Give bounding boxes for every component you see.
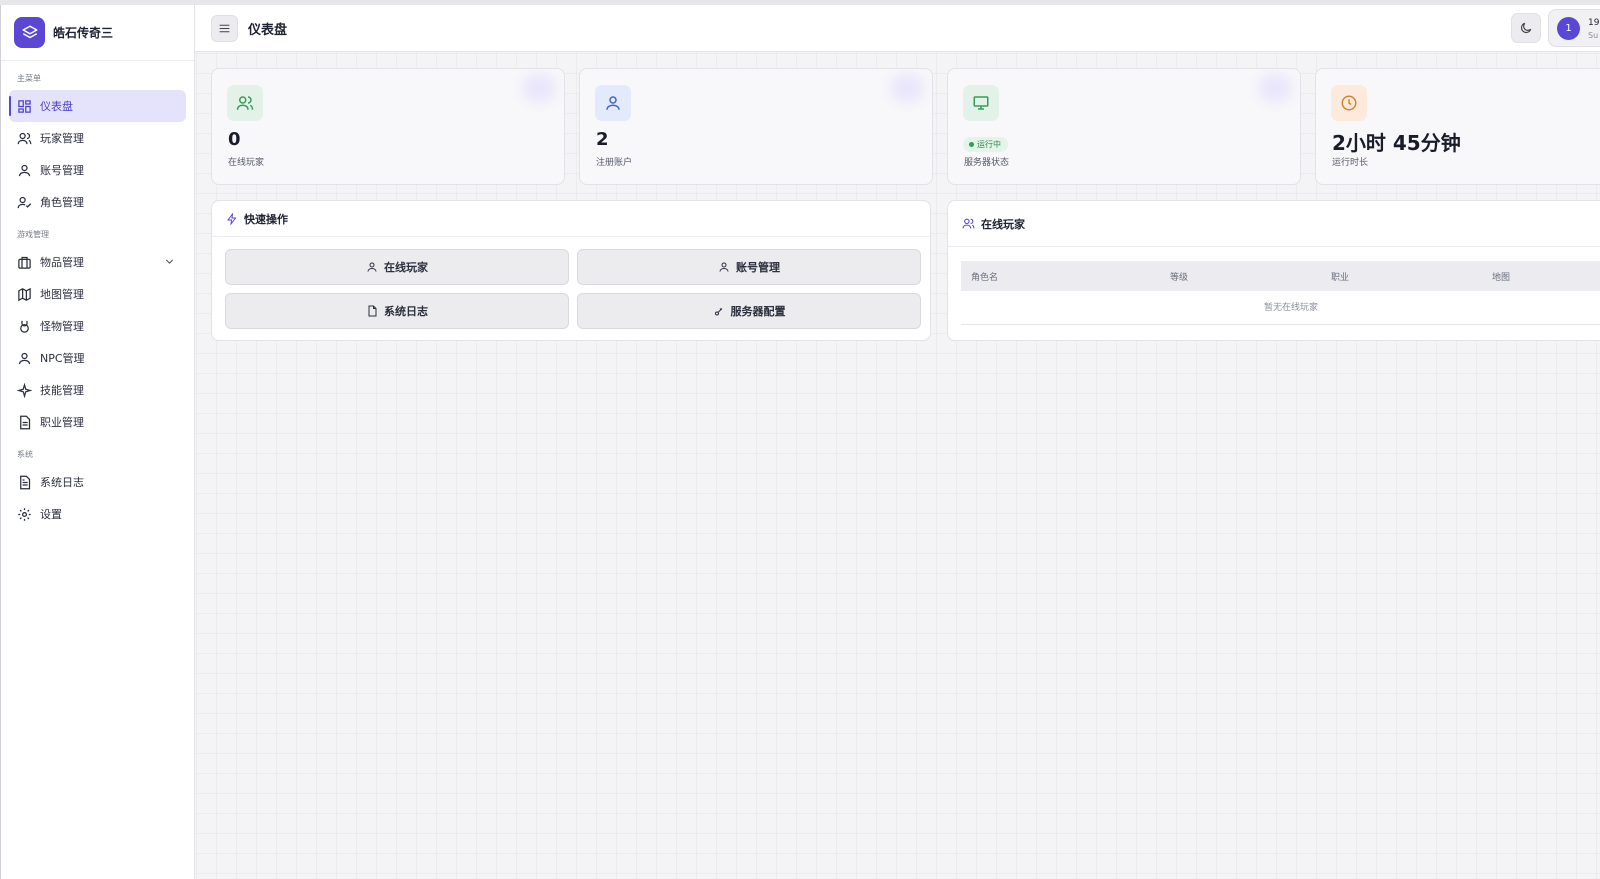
app-name: 皓石传奇三 — [53, 26, 114, 40]
sidebar-item-label: 仪表盘 — [40, 100, 73, 113]
user-id: 19 — [1588, 18, 1600, 28]
dashboard-grid-icon — [18, 99, 31, 113]
button-label: 在线玩家 — [384, 261, 428, 274]
user-menu[interactable]: 1 19 Su — [1548, 9, 1600, 47]
sidebar-item-label: 地图管理 — [40, 288, 84, 301]
sidebar-item-label: 技能管理 — [40, 384, 84, 397]
button-label: 系统日志 — [384, 305, 428, 318]
stat-label: 注册账户 — [596, 158, 633, 168]
stat-value: 2小时 45分钟 — [1332, 131, 1461, 155]
stat-card-online-players: 0 在线玩家 — [211, 68, 565, 185]
stat-label: 服务器状态 — [964, 158, 1010, 168]
table-header: 角色名 等级 职业 地图 — [961, 261, 1600, 291]
column-header-level[interactable]: 等级 — [1170, 270, 1188, 283]
sidebar-item-npc[interactable]: NPC管理 — [9, 342, 186, 374]
user-icon — [719, 262, 729, 272]
button-label: 服务器配置 — [730, 305, 786, 318]
clock-icon — [1331, 85, 1367, 121]
avatar: 1 — [1557, 17, 1580, 40]
monitor-icon — [963, 85, 999, 121]
lightning-icon — [227, 212, 237, 225]
quick-accounts-button[interactable]: 账号管理 — [577, 249, 921, 285]
column-header-map[interactable]: 地图 — [1492, 270, 1510, 283]
column-header-class[interactable]: 职业 — [1331, 270, 1349, 283]
user-role: Su — [1588, 31, 1599, 40]
stat-value: 2 — [596, 129, 609, 150]
sidebar-item-settings[interactable]: 设置 — [9, 498, 186, 530]
user-check-icon — [17, 196, 32, 208]
sidebar: 皓石传奇三 主菜单 仪表盘 玩家管理 账号管理 角色管理 游戏管理 物品管理 地… — [0, 5, 195, 879]
panel-header: 快速操作 — [212, 201, 930, 237]
sidebar-item-label: 设置 — [40, 508, 62, 521]
sidebar-item-maps[interactable]: 地图管理 — [9, 278, 186, 310]
status-badge: 运行中 — [963, 137, 1008, 152]
sidebar-item-accounts[interactable]: 账号管理 — [9, 154, 186, 186]
column-header-name[interactable]: 角色名 — [971, 270, 998, 283]
sidebar-item-characters[interactable]: 角色管理 — [9, 186, 186, 218]
stat-label: 在线玩家 — [228, 158, 265, 168]
file-icon — [368, 305, 377, 317]
section-system: 系统 — [17, 450, 33, 459]
users-icon — [227, 85, 263, 121]
quick-online-players-button[interactable]: 在线玩家 — [225, 249, 569, 285]
sidebar-item-label: 角色管理 — [40, 196, 84, 209]
moon-icon — [1521, 22, 1532, 33]
user-icon — [18, 164, 31, 176]
stat-value: 0 — [228, 129, 241, 150]
theme-toggle-button[interactable] — [1511, 13, 1541, 43]
online-players-panel: 在线玩家 角色名 等级 职业 地图 暂无在线玩家 — [947, 200, 1600, 341]
button-label: 账号管理 — [736, 261, 780, 274]
sidebar-item-monsters[interactable]: 怪物管理 — [9, 310, 186, 342]
user-icon — [367, 262, 377, 272]
sidebar-item-system-logs[interactable]: 系统日志 — [9, 466, 186, 498]
monster-icon — [20, 320, 29, 333]
users-icon — [17, 132, 32, 144]
quick-actions-panel: 快速操作 在线玩家 账号管理 系统日志 服务器配置 — [211, 200, 931, 341]
file-text-icon — [20, 475, 31, 489]
quick-server-config-button[interactable]: 服务器配置 — [577, 293, 921, 329]
panel-header: 在线玩家 — [948, 201, 1600, 247]
panel-title: 快速操作 — [244, 212, 288, 226]
top-header: 仪表盘 1 19 Su — [195, 5, 1600, 52]
sidebar-item-label: 物品管理 — [40, 256, 84, 269]
stat-label: 运行时长 — [1332, 158, 1369, 168]
section-game-management: 游戏管理 — [17, 230, 49, 239]
main-content: 0 在线玩家 2 注册账户 运行中 服务器状态 2小时 45分钟 运行时长 快速… — [196, 53, 1600, 879]
stat-card-registered-accounts: 2 注册账户 — [579, 68, 933, 185]
layers-logo-icon — [14, 17, 45, 48]
brand[interactable]: 皓石传奇三 — [1, 5, 194, 61]
sidebar-item-label: 怪物管理 — [40, 320, 84, 333]
gear-icon — [18, 507, 31, 521]
menu-toggle-button[interactable] — [211, 14, 238, 42]
sidebar-item-players[interactable]: 玩家管理 — [9, 122, 186, 154]
page-title: 仪表盘 — [248, 22, 288, 38]
panel-title: 在线玩家 — [981, 217, 1025, 231]
user-icon — [595, 85, 631, 121]
file-icon — [20, 415, 31, 429]
sidebar-item-dashboard[interactable]: 仪表盘 — [9, 90, 186, 122]
quick-system-logs-button[interactable]: 系统日志 — [225, 293, 569, 329]
chevron-down-icon[interactable] — [163, 255, 176, 268]
sidebar-item-skills[interactable]: 技能管理 — [9, 374, 186, 406]
stat-card-uptime: 2小时 45分钟 运行时长 — [1315, 68, 1600, 185]
sidebar-item-label: 账号管理 — [40, 164, 84, 177]
sidebar-item-label: 职业管理 — [40, 416, 84, 429]
sidebar-item-items[interactable]: 物品管理 — [9, 246, 186, 278]
users-icon — [962, 218, 975, 229]
hamburger-icon — [219, 24, 230, 32]
map-icon — [18, 287, 31, 301]
sidebar-item-label: 系统日志 — [40, 476, 84, 489]
wrench-icon — [714, 308, 722, 316]
npc-user-icon — [18, 352, 31, 364]
stat-card-server-status: 运行中 服务器状态 — [947, 68, 1301, 185]
section-main-menu: 主菜单 — [17, 74, 41, 83]
sidebar-item-classes[interactable]: 职业管理 — [9, 406, 186, 438]
empty-table-message: 暂无在线玩家 — [961, 291, 1600, 325]
sidebar-item-label: NPC管理 — [40, 352, 85, 365]
sidebar-item-label: 玩家管理 — [40, 132, 84, 145]
sparkle-icon — [17, 382, 32, 398]
briefcase-icon — [18, 256, 31, 269]
